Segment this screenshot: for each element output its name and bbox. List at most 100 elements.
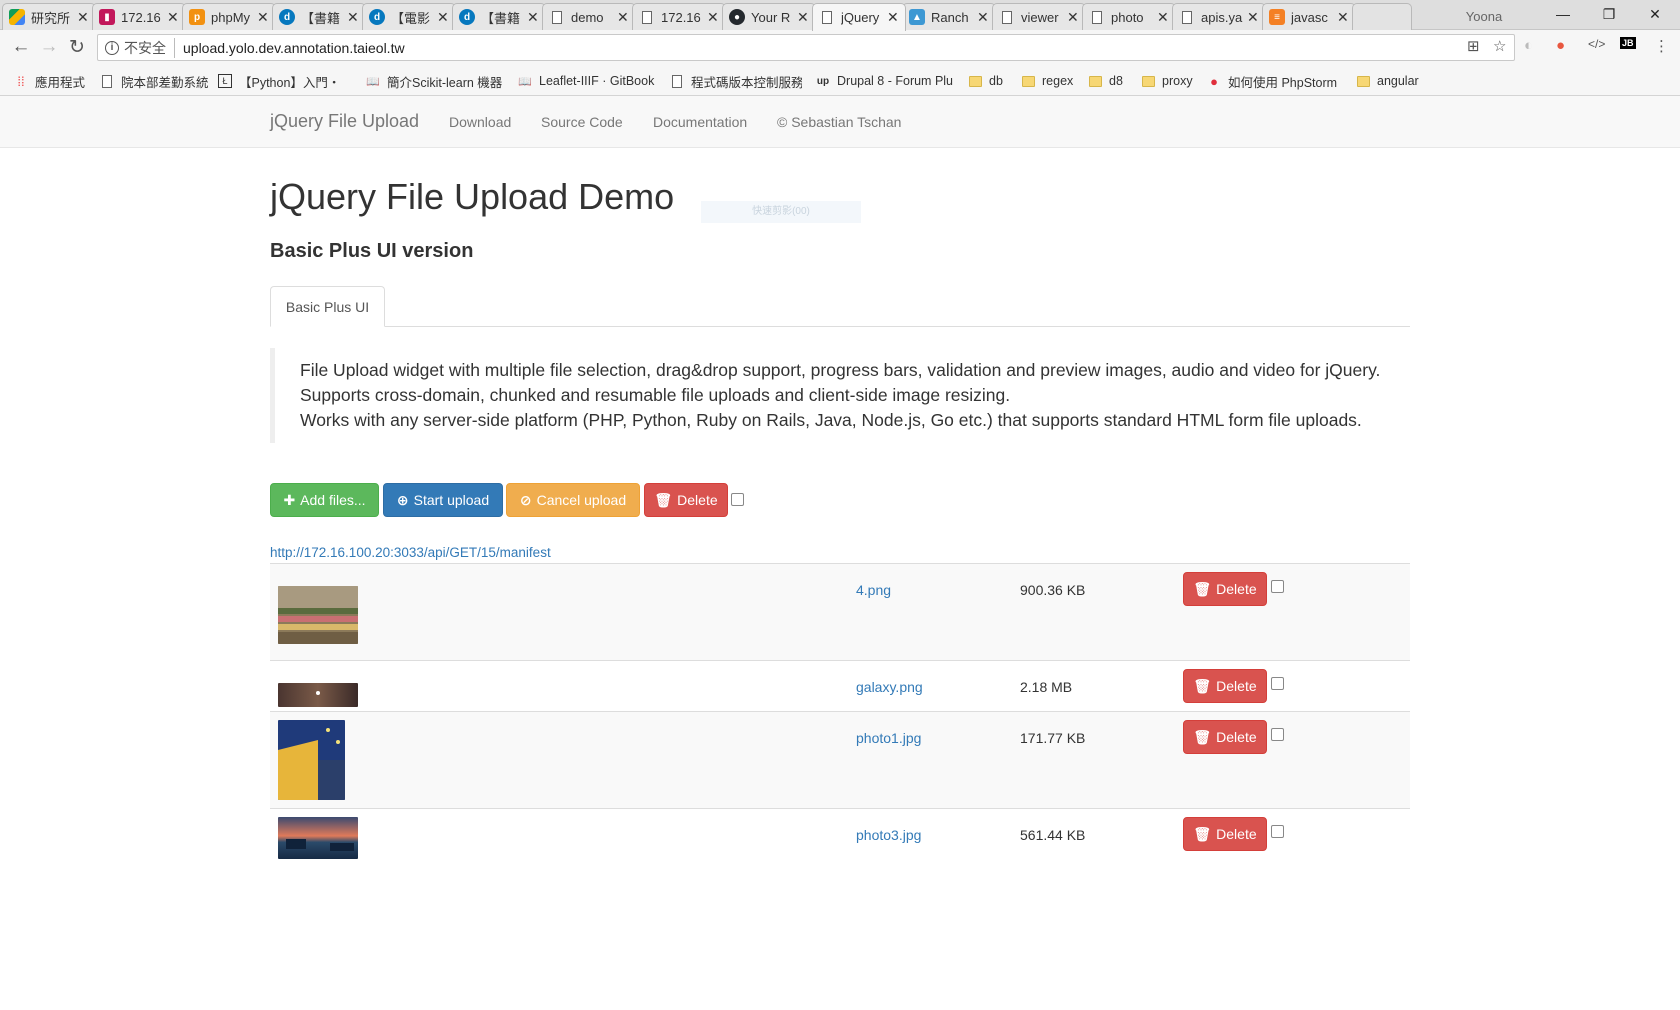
forward-arrow-icon[interactable]: →	[36, 34, 62, 60]
close-icon[interactable]: ✕	[167, 9, 179, 26]
extension-icon[interactable]: ●	[1556, 37, 1565, 54]
close-icon[interactable]: ✕	[707, 9, 719, 26]
browser-tab[interactable]: ▲ Ranch ✕	[902, 3, 996, 30]
browser-tab[interactable]: demo ✕	[542, 3, 636, 30]
nav-link-documentation[interactable]: Documentation	[653, 114, 747, 130]
restore-icon[interactable]: ❐	[1586, 0, 1632, 28]
close-icon[interactable]: ✕	[77, 9, 89, 26]
tab-basic-plus-ui[interactable]: Basic Plus UI	[270, 286, 385, 327]
jetbrains-icon[interactable]: JB	[1620, 37, 1636, 49]
bookmark-item[interactable]: 院本部差勤系統	[100, 72, 208, 90]
nav-link-source-code[interactable]: Source Code	[541, 114, 623, 130]
file-name-link[interactable]: galaxy.png	[856, 679, 923, 695]
bookmark-label: Leaflet-IIIF · GitBook	[539, 74, 655, 88]
close-icon[interactable]: ✕	[617, 9, 629, 26]
bookmark-label: 簡介Scikit-learn 機器	[387, 75, 503, 90]
nav-link-download[interactable]: Download	[449, 114, 511, 130]
bookmark-folder[interactable]: d8	[1088, 72, 1123, 90]
browser-tab[interactable]: d 【書籍 ✕	[452, 3, 546, 30]
nav-link-author[interactable]: © Sebastian Tschan	[777, 114, 901, 130]
browser-tab[interactable]: ● Your R ✕	[722, 3, 816, 30]
close-icon[interactable]: ✕	[527, 9, 539, 26]
bookmark-item[interactable]: 📖 Leaflet-IIIF · GitBook	[518, 72, 660, 90]
close-icon[interactable]: ✕	[977, 9, 989, 26]
close-window-icon[interactable]: ✕	[1632, 0, 1678, 28]
file-select-checkbox[interactable]	[1271, 677, 1284, 690]
reload-icon[interactable]: ↻	[64, 34, 90, 60]
github-icon: ●	[729, 9, 745, 25]
file-select-checkbox[interactable]	[1271, 728, 1284, 741]
close-icon[interactable]: ✕	[1337, 9, 1349, 26]
browser-tab[interactable]: 研究所 ✕	[2, 3, 96, 30]
address-bar[interactable]: i 不安全 upload.yolo.dev.annotation.taieol.…	[97, 34, 1515, 61]
browser-tab-active[interactable]: jQuery ✕	[812, 3, 906, 31]
profile-name[interactable]: Yoona	[1444, 4, 1524, 28]
browser-tab[interactable]: apis.ya ✕	[1172, 3, 1266, 30]
bookmark-folder[interactable]: proxy	[1141, 72, 1193, 90]
upwork-icon: up	[816, 75, 830, 87]
browser-tab[interactable]: ≡ javasc ✕	[1262, 3, 1356, 30]
description-line: File Upload widget with multiple file se…	[300, 360, 1381, 380]
browser-tab[interactable]: viewer ✕	[992, 3, 1086, 30]
close-icon[interactable]: ✕	[1157, 9, 1169, 26]
add-files-button[interactable]: ✚ Add files...	[270, 483, 379, 517]
file-thumbnail[interactable]	[278, 586, 358, 644]
file-name-link[interactable]: photo3.jpg	[856, 827, 921, 843]
cancel-upload-button[interactable]: ⊘ Cancel upload	[506, 483, 640, 517]
bookmark-item[interactable]: 程式碼版本控制服務	[670, 72, 802, 90]
close-icon[interactable]: ✕	[1247, 9, 1259, 26]
devtools-icon[interactable]: </>	[1588, 37, 1605, 51]
new-tab-button[interactable]	[1352, 3, 1412, 30]
browser-tab[interactable]: d 【書籍 ✕	[272, 3, 366, 30]
bookmark-item[interactable]: 📖 簡介Scikit-learn 機器	[366, 72, 504, 90]
close-icon[interactable]: ✕	[887, 9, 899, 26]
file-name-link[interactable]: photo1.jpg	[856, 730, 921, 746]
close-icon[interactable]: ✕	[347, 9, 359, 26]
bookmark-folder[interactable]: regex	[1021, 72, 1073, 90]
page-title: jQuery File Upload Demo	[270, 176, 675, 217]
file-delete-button[interactable]: 🗑 Delete	[1183, 572, 1267, 606]
menu-icon[interactable]: ⋮	[1654, 37, 1669, 55]
bookmark-folder[interactable]: db	[968, 72, 1003, 90]
tab-title: Ranch	[931, 9, 969, 25]
close-icon[interactable]: ✕	[257, 9, 269, 26]
file-thumbnail[interactable]	[278, 720, 345, 800]
manifest-link[interactable]: http://172.16.100.20:3033/api/GET/15/man…	[270, 545, 551, 560]
back-arrow-icon[interactable]: ←	[8, 34, 34, 60]
browser-tab[interactable]: p phpMy ✕	[182, 3, 276, 30]
translate-icon[interactable]: ⊞	[1467, 37, 1480, 55]
bookmark-folder[interactable]: angular	[1356, 72, 1419, 90]
file-select-checkbox[interactable]	[1271, 825, 1284, 838]
browser-tab[interactable]: d 【電影 ✕	[362, 3, 456, 30]
bookmark-item[interactable]: Ł 【Python】入門・	[218, 72, 356, 90]
select-all-checkbox[interactable]	[731, 493, 744, 506]
browser-tab[interactable]: photo ✕	[1082, 3, 1176, 30]
close-icon[interactable]: ✕	[437, 9, 449, 26]
start-upload-button[interactable]: ⊕ Start upload	[383, 483, 503, 517]
bookmark-item[interactable]: ● 如何使用 PhpStorm	[1207, 72, 1345, 90]
minimize-icon[interactable]: —	[1540, 0, 1586, 28]
browser-tab[interactable]: ▮ 172.16 ✕	[92, 3, 186, 30]
python-icon: Ł	[218, 74, 232, 88]
info-icon[interactable]: i	[105, 40, 119, 55]
close-icon[interactable]: ✕	[797, 9, 809, 26]
delete-selected-button[interactable]: 🗑 Delete	[644, 483, 728, 517]
chart-icon: ▮	[99, 9, 115, 25]
browser-tab[interactable]: 172.16 ✕	[632, 3, 726, 30]
file-delete-button[interactable]: 🗑 Delete	[1183, 817, 1267, 851]
extension-icon[interactable]: ◐	[1524, 37, 1533, 54]
navbar-brand[interactable]: jQuery File Upload	[270, 111, 419, 132]
bookmark-apps[interactable]: ⁞⁞ 應用程式	[14, 72, 85, 90]
page-icon	[639, 9, 655, 25]
bookmark-star-icon[interactable]: ☆	[1493, 37, 1506, 55]
google-drive-icon	[9, 9, 25, 25]
file-name-link[interactable]: 4.png	[856, 582, 891, 598]
bookmark-item[interactable]: up Drupal 8 - Forum Plu	[816, 72, 956, 90]
close-icon[interactable]: ✕	[1067, 9, 1079, 26]
file-delete-button[interactable]: 🗑 Delete	[1183, 669, 1267, 703]
file-delete-button[interactable]: 🗑 Delete	[1183, 720, 1267, 754]
file-select-checkbox[interactable]	[1271, 580, 1284, 593]
file-thumbnail[interactable]	[278, 683, 358, 707]
file-thumbnail[interactable]	[278, 817, 358, 859]
url-text[interactable]: upload.yolo.dev.annotation.taieol.tw	[183, 40, 405, 56]
